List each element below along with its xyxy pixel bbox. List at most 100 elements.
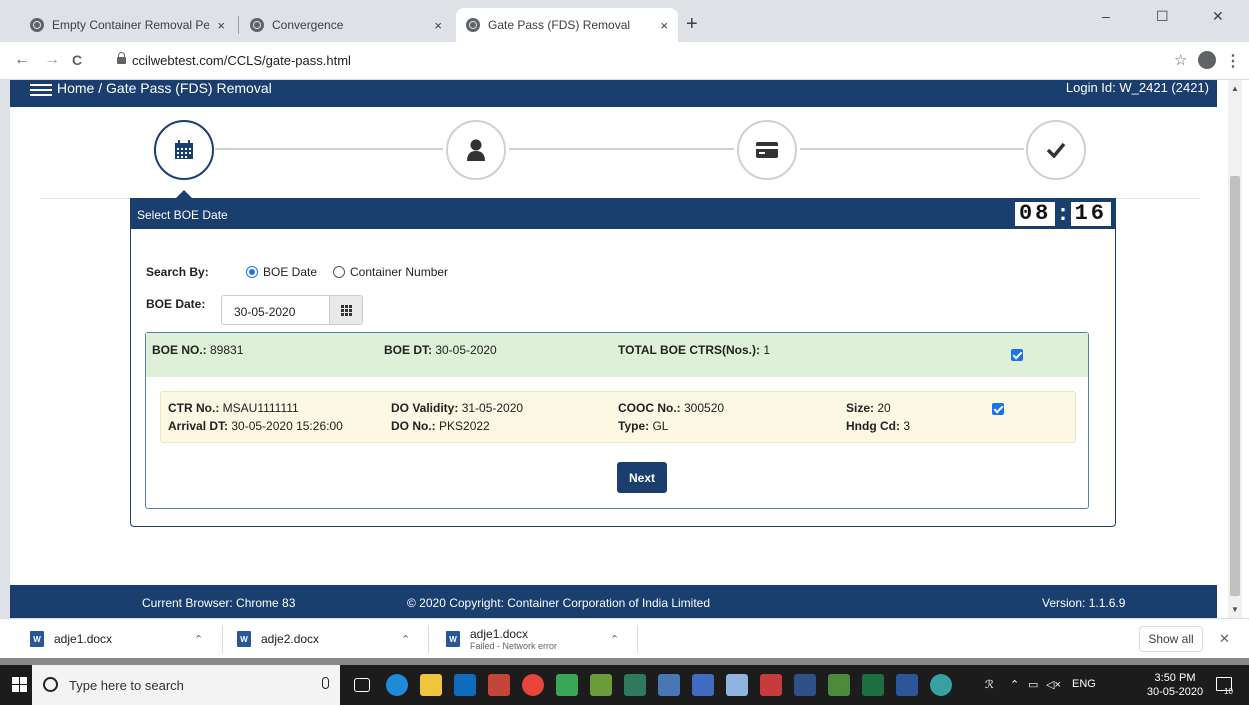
lock-icon[interactable] [117, 52, 126, 64]
download-item[interactable]: W adje1.docx ⌃ [30, 619, 220, 659]
copyright: © 2020 Copyright: Container Corporation … [407, 596, 711, 610]
word-icon[interactable] [896, 674, 918, 696]
window-close-button[interactable]: ✕ [1212, 8, 1224, 25]
outlook-icon[interactable] [454, 674, 476, 696]
container-select-checkbox[interactable] [992, 403, 1004, 415]
volume-icon[interactable]: ◁× [1046, 678, 1061, 691]
app-icon[interactable] [658, 674, 680, 696]
current-browser: Current Browser: Chrome 83 [142, 596, 296, 610]
step-select-boe[interactable] [154, 120, 214, 180]
do-no: DO No.: PKS2022 [391, 419, 490, 433]
chevron-up-icon[interactable]: ⌃ [194, 633, 203, 646]
boe-date-value[interactable]: 30-05-2020 [234, 305, 295, 319]
app-icon[interactable] [726, 674, 748, 696]
forward-button[interactable]: → [44, 52, 60, 68]
maximize-button[interactable]: ☐ [1156, 8, 1169, 25]
scroll-down-arrow-icon[interactable]: ▼ [1231, 605, 1239, 614]
tray-chevron-icon[interactable]: ⌃ [1010, 678, 1019, 691]
tab-close-icon[interactable]: × [660, 18, 668, 33]
windows-start-icon[interactable] [12, 677, 28, 693]
downloads-bar: W adje1.docx ⌃ W adje2.docx ⌃ W adje1.do… [0, 618, 1249, 658]
download-status: Failed - Network error [470, 641, 558, 651]
size: Size: 20 [846, 401, 891, 415]
tab-close-icon[interactable]: × [434, 18, 442, 33]
app-icon[interactable] [828, 674, 850, 696]
reload-button[interactable]: C [72, 52, 82, 68]
edge-icon[interactable] [386, 674, 408, 696]
date-picker-button[interactable] [329, 296, 362, 324]
app-icon[interactable] [930, 674, 952, 696]
step-payment[interactable] [737, 120, 797, 180]
people-icon[interactable]: ℛ [985, 678, 994, 691]
boe-select-checkbox[interactable] [1011, 349, 1023, 361]
radio-label: Container Number [350, 265, 449, 279]
network-icon[interactable]: ▭ [1028, 678, 1038, 691]
app-footer: Current Browser: Chrome 83 © 2020 Copyri… [10, 585, 1217, 618]
app-icon[interactable] [692, 674, 714, 696]
app-icon[interactable] [590, 674, 612, 696]
app-icon[interactable] [624, 674, 646, 696]
file-explorer-icon[interactable] [420, 674, 442, 696]
cortana-icon [43, 677, 58, 692]
taskbar-search-box[interactable]: Type here to search [32, 665, 340, 705]
step-user[interactable] [446, 120, 506, 180]
hamburger-menu-icon[interactable] [30, 84, 52, 96]
radio-container-number[interactable]: Container Number [333, 265, 448, 279]
timer-minutes: 08 [1014, 202, 1056, 226]
tab-gate-pass[interactable]: Gate Pass (FDS) Removal × [456, 8, 678, 42]
step-confirm[interactable] [1026, 120, 1086, 180]
show-all-button[interactable]: Show all [1139, 626, 1203, 652]
boe-date-input[interactable]: 30-05-2020 [221, 295, 363, 325]
boe-date-label: BOE Date: [146, 297, 206, 311]
next-button[interactable]: Next [617, 462, 667, 493]
chevron-up-icon[interactable]: ⌃ [401, 633, 410, 646]
stepper-connector [215, 148, 443, 150]
url-field[interactable]: ccilwebtest.com/CCLS/gate-pass.html [132, 53, 351, 68]
boe-total-ctrs: TOTAL BOE CTRS(Nos.): 1 [618, 343, 771, 357]
language-indicator[interactable]: ENG [1072, 678, 1096, 690]
task-view-icon[interactable] [354, 678, 370, 692]
download-divider [428, 625, 429, 653]
login-id: Login Id: W_2421 (2421) [1065, 80, 1209, 95]
do-validity: DO Validity: 31-05-2020 [391, 401, 524, 415]
calendar-icon [175, 140, 193, 159]
arrival-dt: Arrival DT: 30-05-2020 15:26:00 [168, 419, 343, 433]
chrome-icon[interactable] [522, 674, 544, 696]
scrollbar-thumb[interactable] [1230, 176, 1240, 596]
address-bar: ← → C ccilwebtest.com/CCLS/gate-pass.htm… [0, 42, 1249, 80]
scroll-up-arrow-icon[interactable]: ▲ [1231, 84, 1239, 93]
minimize-button[interactable]: – [1102, 8, 1110, 24]
boe-summary-row: BOE NO.: 89831 BOE DT: 30-05-2020 TOTAL … [146, 333, 1088, 377]
download-name: adje1.docx [54, 632, 113, 646]
taskbar-clock[interactable]: 3:50 PM 30-05-2020 [1146, 671, 1204, 699]
tab-close-icon[interactable]: × [217, 18, 225, 33]
page-viewport: Home / Gate Pass (FDS) Removal Login Id:… [10, 80, 1217, 618]
tab-convergence[interactable]: Convergence × [240, 8, 452, 42]
breadcrumb: Home / Gate Pass (FDS) Removal [57, 80, 272, 96]
stepper-connector [800, 148, 1024, 150]
radio-unselected-icon[interactable] [333, 266, 345, 278]
back-button[interactable]: ← [14, 52, 30, 68]
excel-icon[interactable] [862, 674, 884, 696]
downloads-close-icon[interactable]: ✕ [1219, 631, 1230, 647]
search-placeholder: Type here to search [69, 678, 184, 693]
app-icon[interactable] [556, 674, 578, 696]
download-item-failed[interactable]: W adje1.docx Failed - Network error ⌃ [446, 619, 636, 659]
clock-date: 30-05-2020 [1146, 686, 1204, 698]
page-scrollbar[interactable]: ▲ ▼ [1228, 80, 1242, 618]
browser-menu-icon[interactable]: ⋮ [1225, 51, 1241, 71]
microphone-icon[interactable] [322, 677, 329, 689]
app-icon[interactable] [760, 674, 782, 696]
app-icon[interactable] [794, 674, 816, 696]
profile-avatar-icon[interactable] [1198, 51, 1216, 69]
new-tab-button[interactable]: + [686, 14, 698, 34]
bookmark-star-icon[interactable]: ☆ [1174, 51, 1187, 69]
chevron-up-icon[interactable]: ⌃ [610, 633, 619, 646]
container-row: CTR No.: MSAU1111111 Arrival DT: 30-05-2… [160, 391, 1076, 443]
card-icon [756, 142, 778, 158]
app-icon[interactable] [488, 674, 510, 696]
tab-empty-container-removal[interactable]: Empty Container Removal Permit × [20, 8, 235, 42]
radio-selected-icon[interactable] [246, 266, 258, 278]
download-item[interactable]: W adje2.docx ⌃ [237, 619, 427, 659]
radio-boe-date[interactable]: BOE Date [246, 265, 317, 279]
